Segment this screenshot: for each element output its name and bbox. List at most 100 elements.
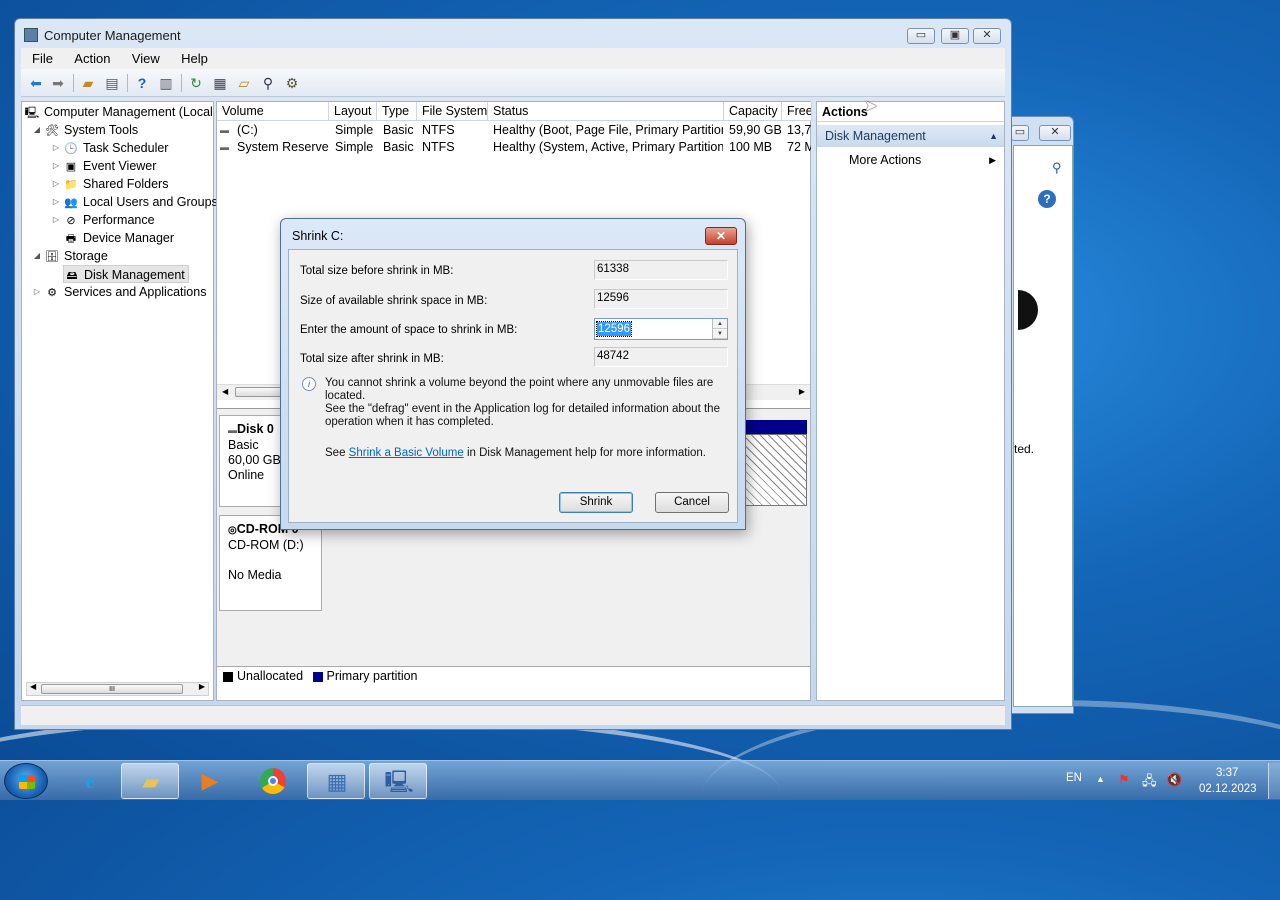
tree-item-disk-management[interactable]: 🖴 Disk Management [63, 265, 189, 283]
cancel-button[interactable]: Cancel [655, 492, 729, 513]
up-folder-icon[interactable]: ▰ [79, 74, 97, 92]
taskbar-control-panel[interactable]: ▦ [307, 763, 365, 799]
spin-up-icon[interactable]: ▲ [713, 319, 727, 329]
unallocated-swatch [223, 671, 233, 682]
expand-arrow-icon[interactable]: ▷ [51, 139, 61, 157]
collapse-arrow-icon[interactable]: ◢ [32, 247, 42, 265]
back-arrow-icon[interactable]: ⬅ [27, 74, 45, 92]
shrink-help-link[interactable]: Shrink a Basic Volume [349, 447, 464, 459]
volume-fs: NTFS [422, 123, 455, 137]
shrink-amount-input[interactable]: 12596 [596, 321, 632, 337]
expand-arrow-icon[interactable]: ▷ [51, 193, 61, 211]
column-status[interactable]: Status [488, 102, 724, 121]
menu-file[interactable]: File [25, 48, 60, 69]
forward-arrow-icon[interactable]: ➡ [49, 74, 67, 92]
clock-date[interactable]: 02.12.2023 [1199, 783, 1257, 795]
scroll-left-arrow-icon[interactable]: ◀ [222, 387, 228, 396]
tree-root[interactable]: 🖳 Computer Management (Local [24, 103, 213, 121]
volume-status: Healthy (System, Active, Primary Partiti… [493, 140, 723, 154]
disk-management-icon: 🖴 [66, 269, 78, 282]
submenu-arrow-icon: ▶ [989, 155, 996, 165]
scroll-left-arrow-icon[interactable]: ◀ [30, 682, 36, 691]
network-icon[interactable]: 🖧 [1142, 772, 1157, 794]
spin-down-icon[interactable]: ▼ [713, 329, 727, 339]
help-icon[interactable]: ? [1038, 190, 1056, 208]
scroll-right-arrow-icon[interactable]: ▶ [799, 387, 805, 396]
taskbar-media-player[interactable]: ▶ [181, 763, 239, 799]
show-desktop-button[interactable] [1268, 763, 1280, 799]
volume-free: 72 M [787, 140, 811, 154]
search-icon[interactable]: ⚲ [1052, 160, 1062, 176]
tree-item-system-tools[interactable]: 🛠 System Tools [44, 121, 138, 139]
maximize-button[interactable]: ▣ [941, 28, 969, 44]
scroll-thumb[interactable]: III [41, 684, 183, 694]
collapse-up-icon[interactable]: ▲ [989, 125, 998, 147]
tree-horizontal-scrollbar[interactable]: ◀ III ▶ [26, 682, 209, 696]
bg-window-content: ⚲ ? ted. [1013, 145, 1073, 707]
tree-item-shared-folders[interactable]: 📁 Shared Folders [63, 175, 168, 193]
help-icon[interactable]: ? [133, 74, 151, 92]
column-layout[interactable]: Layout [329, 102, 377, 121]
settings-icon[interactable]: ⚙ [283, 74, 301, 92]
tree-item-storage[interactable]: 🗄 Storage [44, 247, 108, 265]
collapse-arrow-icon[interactable]: ◢ [32, 121, 42, 139]
expand-arrow-icon[interactable]: ▷ [32, 283, 42, 301]
tree-item-services[interactable]: ⚙ Services and Applications [44, 283, 206, 301]
taskbar: e ▰ ▶ ▦ 🖳 EN ▲ ⚑ 🖧 🔇 3:37 02.12.2023 [0, 760, 1280, 800]
language-indicator[interactable]: EN [1066, 772, 1082, 784]
action-pane-icon[interactable]: ▥ [157, 74, 175, 92]
background-window[interactable]: ▭ ✕ ⚲ ? ted. [1006, 116, 1074, 714]
column-free[interactable]: Free [782, 102, 812, 121]
open-folder-icon[interactable]: ▱ [235, 74, 253, 92]
taskbar-chrome[interactable] [245, 763, 303, 799]
column-type[interactable]: Type [377, 102, 417, 121]
bg-window-text: ted. [1014, 442, 1035, 456]
available-shrink-value: 12596 [594, 289, 728, 309]
control-panel-icon: ▦ [326, 769, 348, 794]
bg-close-button[interactable]: ✕ [1039, 125, 1071, 141]
clock-time[interactable]: 3:37 [1216, 767, 1238, 779]
shrink-dialog[interactable]: Shrink C: ✕ Total size before shrink in … [280, 218, 746, 530]
expand-arrow-icon[interactable]: ▷ [51, 157, 61, 175]
toolbar: ⬅ ➡ ▰ ▤ ? ▥ ↻ ▦ ▱ ⚲ ⚙ [21, 69, 1005, 97]
start-button[interactable] [4, 763, 48, 799]
shrink-amount-stepper[interactable]: 12596 ▲ ▼ [594, 318, 728, 340]
more-actions-item[interactable]: More Actions [849, 150, 921, 170]
minimize-button[interactable]: ▭ [907, 28, 935, 44]
partition-legend: Unallocated Primary partition [217, 666, 810, 684]
refresh-icon[interactable]: ↻ [187, 74, 205, 92]
partition-c-block[interactable] [745, 434, 807, 506]
tree-item-event-viewer[interactable]: ▣ Event Viewer [63, 157, 157, 175]
tree-item-task-scheduler[interactable]: 🕒 Task Scheduler [63, 139, 168, 157]
taskbar-internet-explorer[interactable]: e [61, 763, 119, 799]
title-bar[interactable]: Computer Management ▭ ▣ ✕ [15, 19, 1011, 49]
menu-help[interactable]: Help [174, 48, 215, 69]
close-button[interactable]: ✕ [973, 28, 1001, 44]
menu-action[interactable]: Action [67, 48, 117, 69]
scroll-thumb[interactable] [235, 387, 285, 397]
column-capacity[interactable]: Capacity [724, 102, 782, 121]
tree-item-device-manager[interactable]: 🖶 Device Manager [63, 229, 174, 247]
expand-arrow-icon[interactable]: ▷ [51, 211, 61, 229]
find-icon[interactable]: ⚲ [259, 74, 277, 92]
menu-view[interactable]: View [125, 48, 167, 69]
tree-item-local-users[interactable]: 👥 Local Users and Groups [63, 193, 218, 211]
show-hide-tree-icon[interactable]: ▤ [103, 74, 121, 92]
action-center-icon[interactable]: ⚑ [1118, 772, 1130, 788]
show-hidden-icons-icon[interactable]: ▲ [1096, 774, 1105, 784]
scroll-right-arrow-icon[interactable]: ▶ [199, 682, 205, 691]
taskbar-computer-management[interactable]: 🖳 [369, 763, 427, 799]
volume-muted-icon[interactable]: 🔇 [1166, 772, 1182, 788]
shrink-button[interactable]: Shrink [559, 492, 633, 513]
bg-maximize-button[interactable]: ▭ [1011, 125, 1029, 141]
media-icon [1018, 290, 1038, 330]
column-volume[interactable]: Volume [217, 102, 329, 121]
actions-section-disk-management[interactable]: Disk Management ▲ [817, 125, 1004, 147]
column-file-system[interactable]: File System [417, 102, 488, 121]
expand-arrow-icon[interactable]: ▷ [51, 175, 61, 193]
storage-icon: 🗄 [45, 250, 59, 263]
taskbar-explorer[interactable]: ▰ [121, 763, 179, 799]
tree-item-performance[interactable]: ⊘ Performance [63, 211, 154, 229]
properties-icon[interactable]: ▦ [211, 74, 229, 92]
dialog-close-button[interactable]: ✕ [705, 227, 737, 245]
